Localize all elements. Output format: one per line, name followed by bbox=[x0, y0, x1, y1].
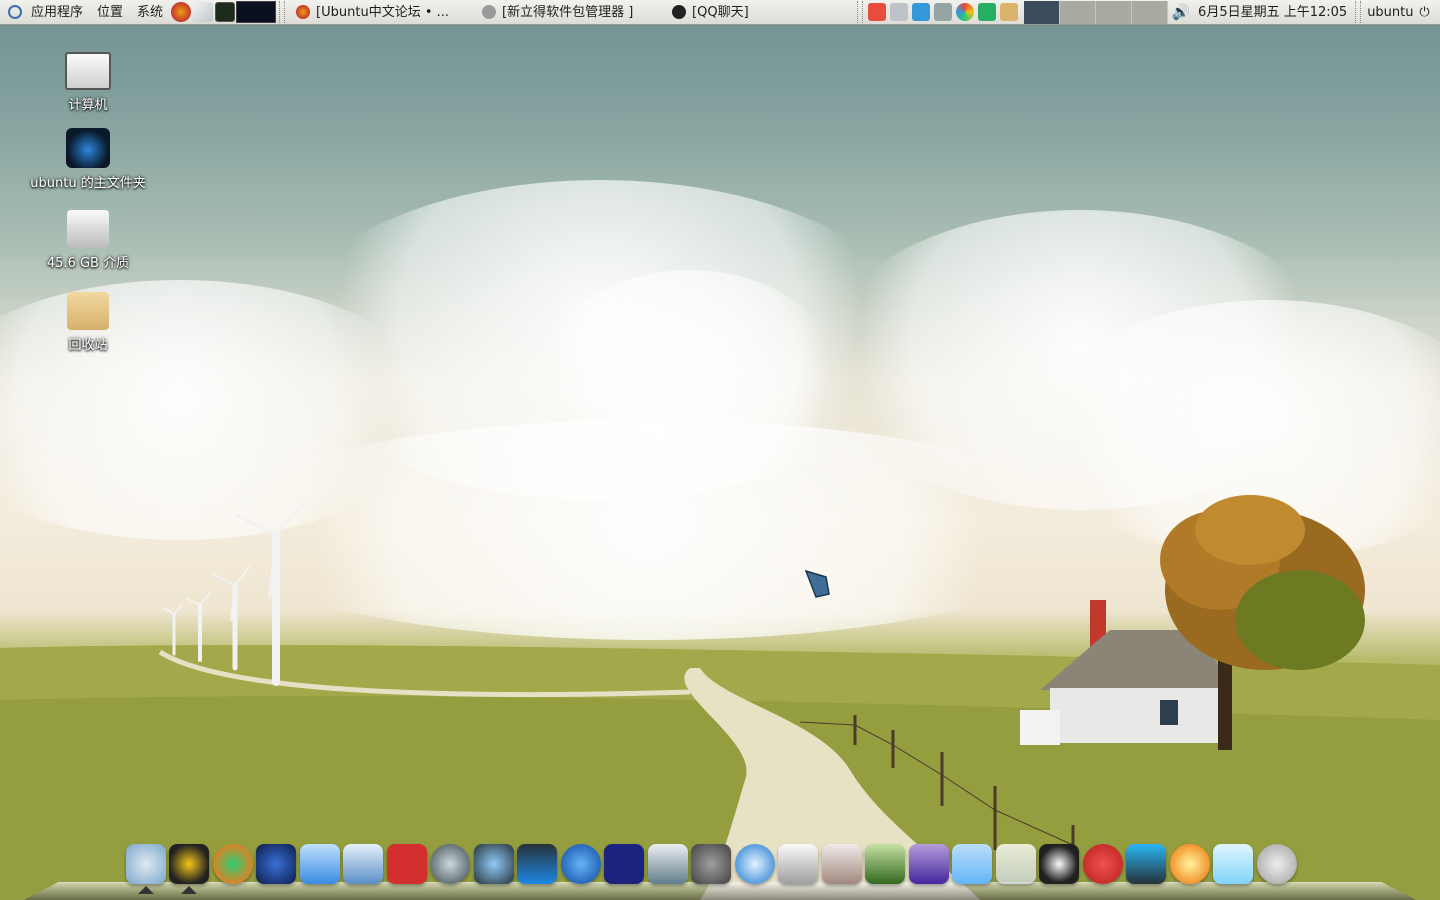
workspace-1[interactable] bbox=[1024, 0, 1061, 24]
dock-running-indicator bbox=[181, 886, 197, 894]
dock-power-icon[interactable] bbox=[1256, 844, 1297, 884]
dock-desktop-icon[interactable] bbox=[125, 844, 166, 884]
dock-qq-icon[interactable] bbox=[169, 844, 210, 884]
panel-separator bbox=[1355, 1, 1362, 23]
dock bbox=[124, 842, 1299, 884]
desktop-icon-label: 回收站 bbox=[68, 338, 108, 353]
user-menu[interactable]: ubuntu bbox=[1363, 0, 1416, 25]
dropbox-tray-icon[interactable] bbox=[912, 3, 931, 21]
desktop[interactable]: 应用程序 位置 系统 [Ubuntu中文论坛 • ... [新立得软件包管理器 … bbox=[0, 0, 1440, 900]
applications-menu[interactable]: 应用程序 bbox=[24, 0, 90, 25]
workspace-4[interactable] bbox=[1132, 0, 1169, 24]
dock-media-player-icon[interactable] bbox=[560, 844, 601, 884]
workspace-3[interactable] bbox=[1096, 0, 1133, 24]
task-label: [QQ聊天] bbox=[692, 4, 749, 20]
synaptic-icon bbox=[482, 5, 497, 19]
dock-time-machine-icon[interactable] bbox=[430, 844, 471, 884]
dock-phone-icon[interactable] bbox=[647, 844, 688, 884]
dock-running-indicator bbox=[138, 886, 154, 894]
qq-tray-icon[interactable] bbox=[868, 3, 887, 21]
dock-camera-icon[interactable] bbox=[778, 844, 819, 884]
desktop-icon-label: ubuntu 的主文件夹 bbox=[30, 176, 146, 191]
clock[interactable]: 6月5日星期五 上午12:05 bbox=[1192, 0, 1353, 25]
top-panel: 应用程序 位置 系统 [Ubuntu中文论坛 • ... [新立得软件包管理器 … bbox=[0, 0, 1440, 25]
keyboard-tray-icon[interactable] bbox=[890, 3, 909, 21]
dock-tux-icon[interactable] bbox=[1039, 844, 1080, 884]
firefox-icon bbox=[296, 5, 311, 19]
trash-icon bbox=[67, 292, 109, 330]
dock-cursor-icon[interactable] bbox=[1126, 844, 1167, 884]
volume-icon[interactable]: 🔊 bbox=[1170, 3, 1192, 21]
workspace-2[interactable] bbox=[1060, 0, 1097, 24]
workspace-switcher bbox=[1024, 0, 1169, 24]
dock-download-icon[interactable] bbox=[299, 844, 340, 884]
network-tray-icon[interactable] bbox=[934, 3, 953, 21]
task-label: [新立得软件包管理器 ] bbox=[502, 4, 634, 20]
ubuntu-logo-icon[interactable] bbox=[8, 5, 22, 19]
trash-tray-icon[interactable] bbox=[1000, 3, 1019, 21]
dock-pidgin-icon[interactable] bbox=[256, 844, 297, 884]
panel-separator bbox=[857, 1, 864, 23]
wallpaper-landscape bbox=[0, 495, 1440, 900]
dock-trash-icon[interactable] bbox=[995, 844, 1036, 884]
desktop-icon-computer[interactable]: 计算机 bbox=[28, 52, 148, 113]
dock-network-icon[interactable] bbox=[343, 844, 384, 884]
dock-photo-editor-icon[interactable] bbox=[865, 844, 906, 884]
desktop-icon-trash[interactable]: 回收站 bbox=[28, 292, 148, 353]
dock-xbmc-icon[interactable] bbox=[604, 844, 645, 884]
places-menu[interactable]: 位置 bbox=[90, 0, 130, 25]
firefox-launcher-icon[interactable] bbox=[171, 2, 192, 22]
home-folder-icon bbox=[66, 128, 110, 168]
desktop-icon-label: 计算机 bbox=[68, 98, 108, 113]
system-menu[interactable]: 系统 bbox=[130, 0, 170, 25]
update-tray-icon[interactable] bbox=[978, 3, 997, 21]
dock-video-editor-icon[interactable] bbox=[517, 844, 558, 884]
terminal-launcher-icon[interactable] bbox=[215, 2, 236, 22]
task-qq-chat[interactable]: [QQ聊天] bbox=[664, 0, 854, 25]
task-label: [Ubuntu中文论坛 • ... bbox=[316, 4, 450, 20]
dock-filezilla-icon[interactable] bbox=[386, 844, 427, 884]
drive-icon bbox=[67, 210, 109, 248]
mail-launcher-icon[interactable] bbox=[193, 2, 214, 22]
dock-package-icon[interactable] bbox=[821, 844, 862, 884]
desktop-icon-home[interactable]: ubuntu 的主文件夹 bbox=[28, 128, 148, 191]
panel-separator bbox=[279, 1, 286, 23]
dock-image-viewer-icon[interactable] bbox=[908, 844, 949, 884]
dock-messenger-icon[interactable] bbox=[212, 844, 253, 884]
chrome-tray-icon[interactable] bbox=[956, 3, 975, 21]
dock-system-monitor-icon[interactable] bbox=[473, 844, 514, 884]
mouse-cursor bbox=[804, 569, 830, 598]
task-synaptic[interactable]: [新立得软件包管理器 ] bbox=[474, 0, 664, 25]
task-ubuntu-forum[interactable]: [Ubuntu中文论坛 • ... bbox=[288, 0, 474, 25]
dock-shelf bbox=[19, 881, 1421, 900]
desktop-icon-drive[interactable]: 45.6 GB 介质 bbox=[28, 210, 148, 271]
dock-sun-icon[interactable] bbox=[1169, 844, 1210, 884]
dock-gimp-icon[interactable] bbox=[691, 844, 732, 884]
dock-app-icon[interactable] bbox=[1082, 844, 1123, 884]
power-icon[interactable]: ⏻ bbox=[1417, 5, 1433, 20]
dock-favorites-icon[interactable] bbox=[1213, 844, 1254, 884]
dock-folder-icon[interactable] bbox=[952, 844, 993, 884]
system-monitor-applet-icon[interactable] bbox=[236, 1, 277, 23]
qq-penguin-icon bbox=[672, 5, 687, 19]
computer-icon bbox=[65, 52, 111, 90]
desktop-icon-label: 45.6 GB 介质 bbox=[46, 256, 130, 271]
dock-browser-icon[interactable] bbox=[734, 844, 775, 884]
